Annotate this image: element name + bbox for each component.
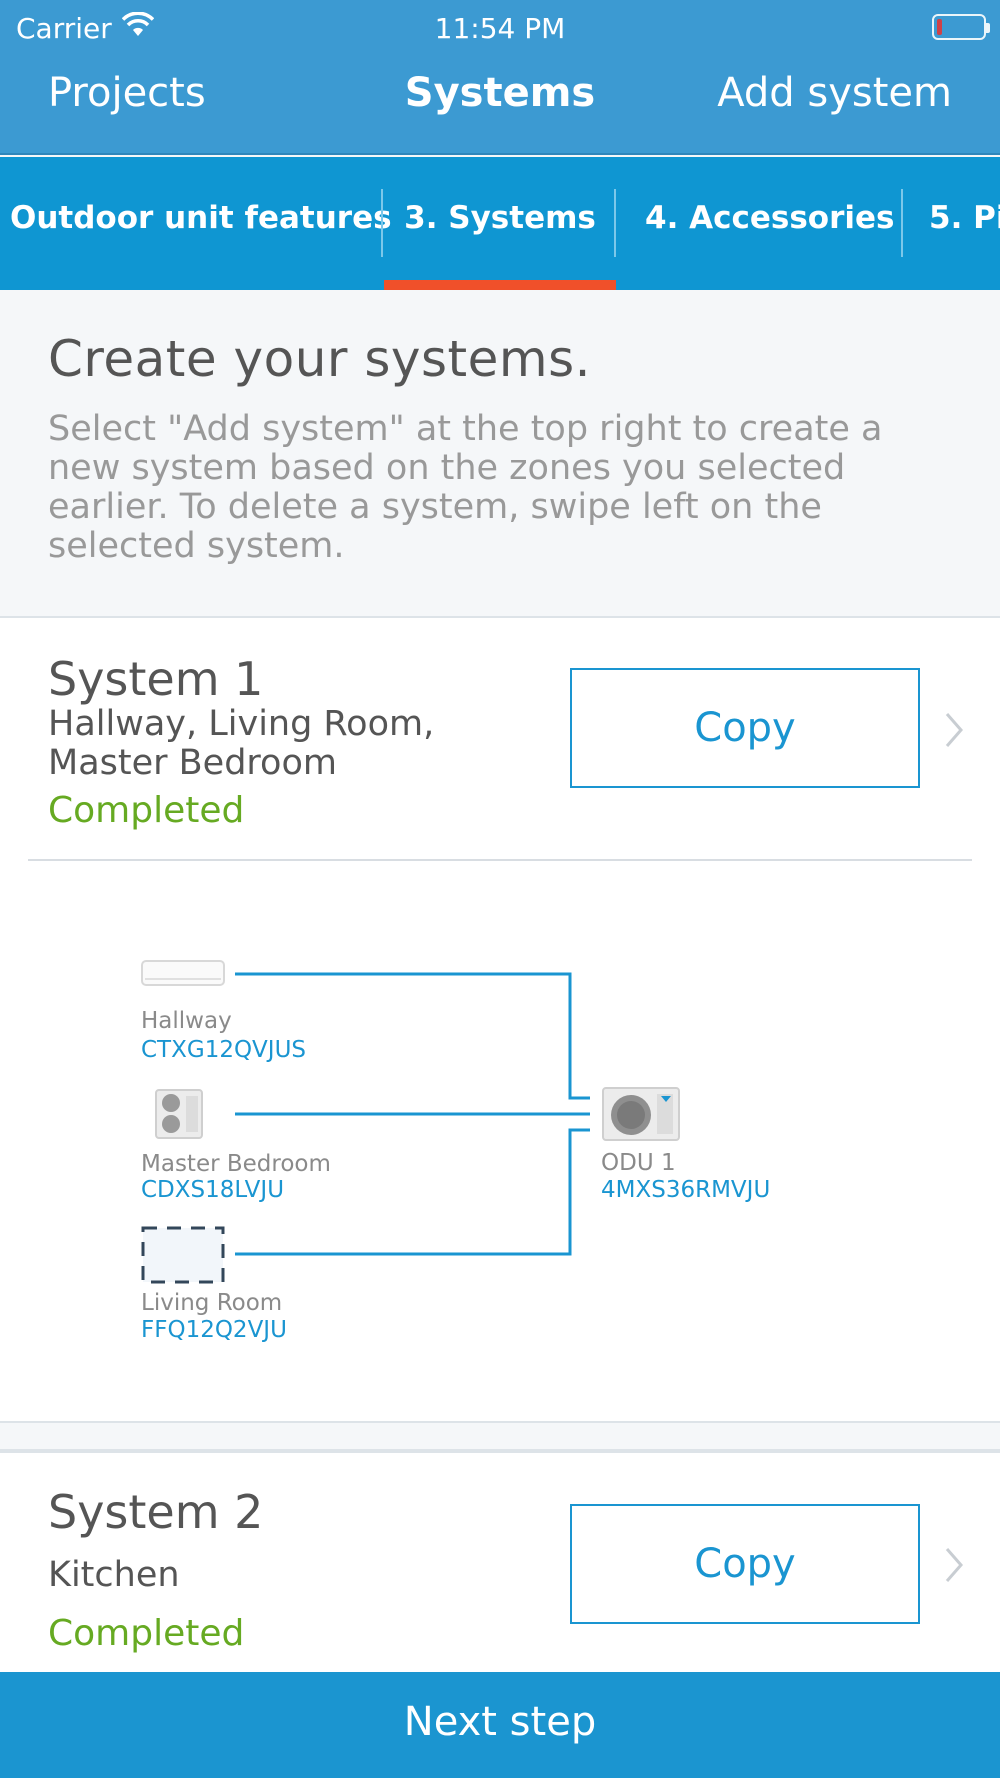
status-bar: Carrier 11:54 PM — [0, 8, 1000, 48]
indoor-unit-model: FFQ12Q2VJU — [141, 1317, 287, 1343]
step-tabs: Outdoor unit features 3. Systems 4. Acce… — [0, 157, 1000, 290]
system-status: Completed — [48, 790, 245, 831]
tab-accessories[interactable]: 4. Accessories — [645, 157, 895, 290]
indoor-unit-room: Master Bedroom — [141, 1151, 331, 1177]
card-divider — [28, 859, 972, 861]
outdoor-unit-model: 4MXS36RMVJU — [601, 1177, 771, 1203]
copy-system-button[interactable]: Copy — [570, 668, 920, 788]
tab-piping[interactable]: 5. Pi — [929, 157, 1000, 290]
system-zones: Kitchen — [48, 1555, 180, 1595]
chevron-right-icon[interactable] — [944, 1545, 964, 1585]
indoor-unit-room: Living Room — [141, 1290, 283, 1316]
indoor-unit-room: Hallway — [141, 1008, 232, 1034]
tab-divider — [614, 189, 616, 257]
outdoor-unit-icon — [602, 1087, 680, 1141]
system-card-2[interactable]: System 2 Kitchen Completed Copy — [0, 1451, 1000, 1672]
section-separator — [0, 1421, 1000, 1451]
tab-systems[interactable]: 3. Systems — [384, 157, 616, 290]
copy-system-button[interactable]: Copy — [570, 1504, 920, 1624]
next-step-button[interactable]: Next step — [0, 1672, 1000, 1778]
system-zones: Hallway, Living Room, Master Bedroom — [48, 704, 435, 783]
projects-back-button[interactable]: Projects — [48, 70, 206, 116]
system-status: Completed — [48, 1613, 245, 1654]
ducted-unit-icon — [155, 1089, 203, 1139]
ceiling-cassette-icon — [141, 1226, 225, 1284]
intro-description: Select "Add system" at the top right to … — [48, 409, 883, 566]
tab-divider — [381, 189, 383, 257]
intro-heading: Create your systems. — [48, 330, 592, 388]
system-title: System 2 — [48, 1485, 264, 1539]
battery-icon — [932, 14, 990, 40]
chevron-right-icon[interactable] — [944, 710, 964, 750]
indoor-unit-model: CDXS18LVJU — [141, 1177, 285, 1203]
system-card-1[interactable]: System 1 Hallway, Living Room, Master Be… — [0, 616, 1000, 862]
navigation-bar: Projects Systems Add system — [0, 70, 1000, 130]
outdoor-unit-name: ODU 1 — [601, 1150, 676, 1176]
intro-section: Create your systems. Select "Add system"… — [0, 290, 1000, 616]
tab-divider — [901, 189, 903, 257]
system-diagram: Hallway CTXG12QVJUS Master Bedroom CDXS1… — [0, 862, 1000, 1422]
system-title: System 1 — [48, 652, 264, 706]
clock: 11:54 PM — [434, 12, 566, 45]
wall-mounted-unit-icon — [141, 960, 225, 986]
tab-outdoor-unit-features[interactable]: Outdoor unit features — [10, 157, 392, 290]
add-system-button[interactable]: Add system — [717, 70, 952, 116]
top-bar: Carrier 11:54 PM Projects Systems Add sy… — [0, 0, 1000, 155]
indoor-unit-model: CTXG12QVJUS — [141, 1037, 307, 1063]
